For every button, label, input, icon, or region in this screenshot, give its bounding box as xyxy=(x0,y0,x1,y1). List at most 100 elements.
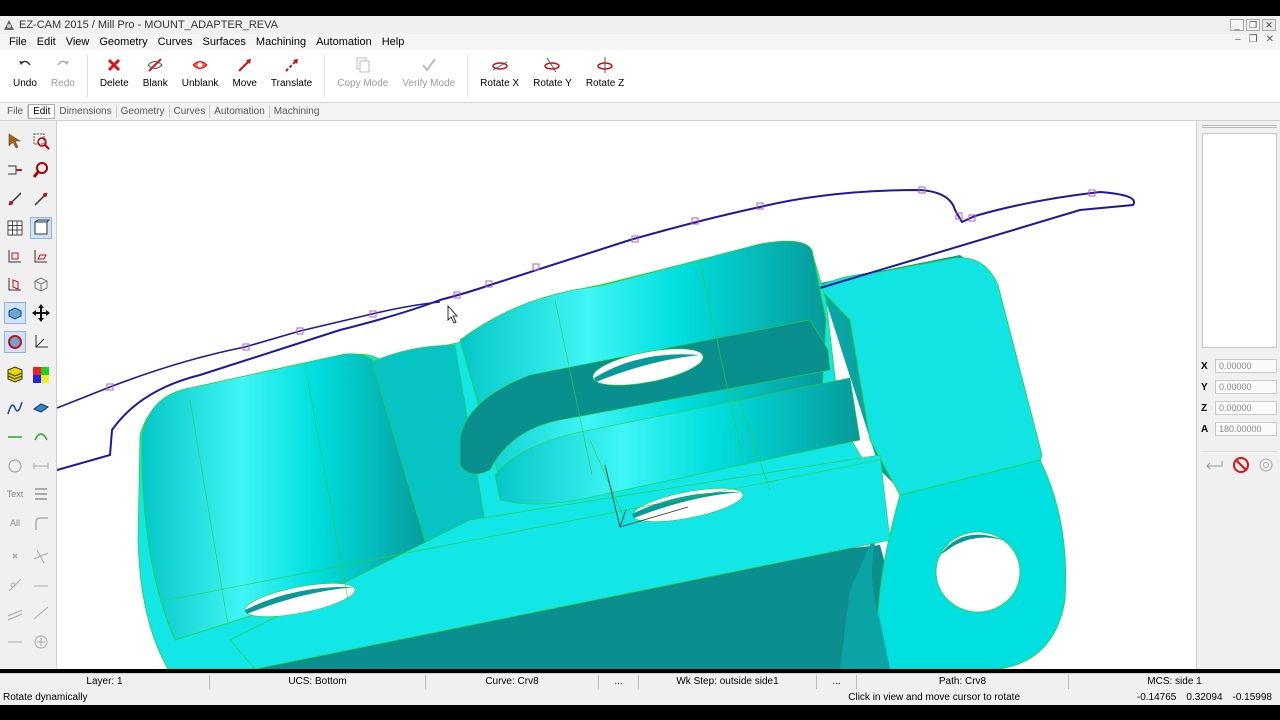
restore-button[interactable]: ❐ xyxy=(1246,19,1260,31)
menu-curves[interactable]: Curves xyxy=(153,36,198,48)
tab-edit[interactable]: Edit xyxy=(28,104,56,119)
corner-tool-button[interactable] xyxy=(30,512,52,534)
blank-button[interactable]: Blank xyxy=(136,50,175,103)
copy-mode-button[interactable]: Copy Mode xyxy=(330,50,395,103)
menu-help[interactable]: Help xyxy=(377,36,410,48)
text-tool-button[interactable]: Text xyxy=(4,483,26,505)
offset-tool-button[interactable] xyxy=(30,574,52,596)
angle-tool-button[interactable] xyxy=(30,602,52,624)
rotate-z-button[interactable]: Rotate Z xyxy=(579,50,631,103)
color-button[interactable] xyxy=(30,364,52,386)
layer-status[interactable]: Layer: 1 xyxy=(0,674,210,689)
shaded-view-button[interactable] xyxy=(4,302,26,324)
close-button[interactable]: ✕ xyxy=(1262,19,1276,31)
menu-geometry[interactable]: Geometry xyxy=(94,36,152,48)
menu-view[interactable]: View xyxy=(61,36,95,48)
move-button[interactable]: Move xyxy=(225,50,263,103)
arc-icon xyxy=(34,433,48,441)
cursor-y: 0.32094 xyxy=(1186,691,1223,703)
parallel-tool-button[interactable] xyxy=(4,602,26,624)
menu-file[interactable]: File xyxy=(4,36,32,48)
point-tool-button[interactable] xyxy=(4,545,26,567)
spline-button[interactable] xyxy=(4,397,26,419)
tab-dimensions[interactable]: Dimensions xyxy=(55,105,117,118)
dimension-tool-button[interactable] xyxy=(30,455,52,477)
select-tool-button[interactable] xyxy=(4,130,26,152)
copy-mode-icon xyxy=(356,57,370,73)
unblank-button[interactable]: Unblank xyxy=(175,50,226,103)
zoom-window-button[interactable] xyxy=(30,130,52,152)
cursor-coordinates: -0.14765 0.32094 -0.15998 xyxy=(1080,692,1280,703)
delete-button[interactable]: Delete xyxy=(93,50,136,103)
curve-browse-button[interactable]: ... xyxy=(599,674,639,689)
ribbon-tabs: File Edit Dimensions Geometry Curves Aut… xyxy=(0,103,1280,121)
menu-edit[interactable]: Edit xyxy=(32,36,61,48)
menu-surfaces[interactable]: Surfaces xyxy=(198,36,251,48)
curve-status[interactable]: Curve: Crv8 xyxy=(426,674,599,689)
plane-xz-button[interactable] xyxy=(30,245,52,267)
horizontal-line-button[interactable] xyxy=(4,631,26,653)
mdi-restore-button[interactable]: ❐ xyxy=(1249,34,1258,45)
redo-icon xyxy=(57,60,69,66)
list-tool-button[interactable] xyxy=(30,483,52,505)
mdi-minimize-button[interactable]: – xyxy=(1235,34,1241,45)
menu-automation[interactable]: Automation xyxy=(311,36,377,48)
plane-yz-button[interactable] xyxy=(4,273,26,295)
cancel-icon[interactable] xyxy=(1232,456,1250,474)
layers-button[interactable] xyxy=(4,364,26,386)
tab-automation[interactable]: Automation xyxy=(210,105,270,118)
mdi-close-button[interactable]: ✕ xyxy=(1266,34,1274,45)
y-coordinate-field[interactable]: 0.00000 xyxy=(1215,380,1277,394)
horizontal-line-icon xyxy=(8,641,22,643)
center-point-button[interactable] xyxy=(30,631,52,653)
line-tool-button[interactable] xyxy=(4,424,26,446)
line-edit-button[interactable] xyxy=(4,188,26,210)
select-all-button[interactable]: All xyxy=(4,512,26,534)
chain-select-button[interactable] xyxy=(4,159,26,181)
tangent-tool-button[interactable] xyxy=(4,574,26,596)
pan-button[interactable] xyxy=(30,302,52,324)
redo-button[interactable]: Redo xyxy=(44,50,82,103)
mcs-status[interactable]: MCS: side 1 xyxy=(1069,675,1280,689)
menu-machining[interactable]: Machining xyxy=(251,36,311,48)
angle-field[interactable]: 180.00000 xyxy=(1215,422,1277,436)
intersect-tool-button[interactable] xyxy=(30,545,52,567)
zoom-button[interactable] xyxy=(30,159,52,181)
minimize-button[interactable]: _ xyxy=(1230,19,1244,31)
view-box-icon xyxy=(34,219,50,235)
work-step-status[interactable]: Wk Step: outside side1 xyxy=(639,674,817,689)
cursor-z: -0.15998 xyxy=(1232,691,1272,703)
translate-button[interactable]: Translate xyxy=(264,50,319,103)
work-step-browse-button[interactable]: ... xyxy=(817,674,857,689)
rotate-x-button[interactable]: Rotate X xyxy=(473,50,526,103)
view-box-button[interactable] xyxy=(30,217,52,239)
plane-icon xyxy=(8,278,21,291)
at-icon[interactable] xyxy=(1258,457,1274,473)
grid-button[interactable] xyxy=(4,217,26,239)
plane-xy-button[interactable] xyxy=(4,245,26,267)
graphics-viewport[interactable] xyxy=(57,121,1196,669)
undo-button[interactable]: Undo xyxy=(6,50,44,103)
ucs-status[interactable]: UCS: Bottom xyxy=(210,674,426,689)
x-coordinate-field[interactable]: 0.00000 xyxy=(1215,359,1277,373)
rotate-view-button[interactable] xyxy=(4,331,26,353)
tab-machining[interactable]: Machining xyxy=(270,105,324,118)
move-arrows-icon xyxy=(32,304,50,322)
tab-curves[interactable]: Curves xyxy=(170,105,211,118)
arc-tool-button[interactable] xyxy=(30,424,52,446)
enter-icon[interactable] xyxy=(1204,457,1224,473)
verify-mode-button[interactable]: Verify Mode xyxy=(395,50,462,103)
tab-geometry[interactable]: Geometry xyxy=(117,105,170,118)
path-status[interactable]: Path: Crv8 xyxy=(857,674,1069,689)
rotate-y-button[interactable]: Rotate Y xyxy=(526,50,579,103)
layers-icon xyxy=(7,366,23,383)
axis-button[interactable] xyxy=(30,331,52,353)
z-coordinate-field[interactable]: 0.00000 xyxy=(1215,401,1277,415)
surface-button[interactable] xyxy=(30,397,52,419)
circle-tool-button[interactable] xyxy=(4,455,26,477)
wireframe-cube-button[interactable] xyxy=(30,273,52,295)
line-trim-button[interactable] xyxy=(30,188,52,210)
tab-file[interactable]: File xyxy=(3,105,29,118)
dimension-icon xyxy=(33,463,49,469)
model-view[interactable] xyxy=(57,121,1196,669)
